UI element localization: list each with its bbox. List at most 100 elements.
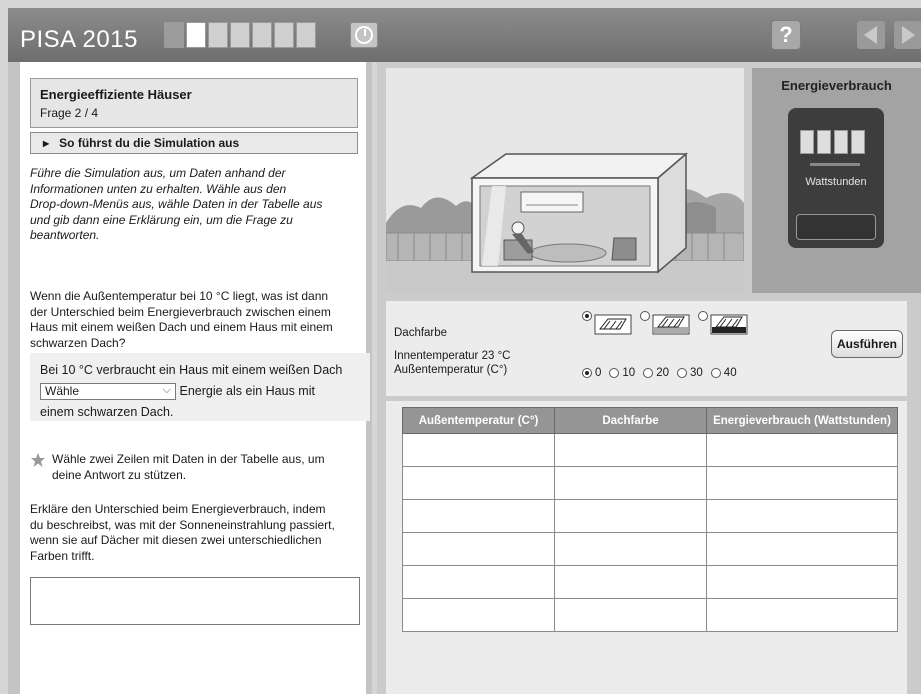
progress-segment <box>296 22 316 48</box>
table-cell <box>402 499 555 533</box>
instructions-line: Informationen unten zu erhalten. Wähle a… <box>30 181 287 196</box>
temp-option-label: 10 <box>622 367 636 379</box>
explain-line: Farben trifft. <box>30 548 95 563</box>
clock-icon <box>355 26 373 44</box>
table-row[interactable] <box>402 598 898 632</box>
temp-option-label: 20 <box>656 367 669 379</box>
progress-segment <box>164 22 184 48</box>
outdoor-temperature-options: 0 10 20 30 40 <box>582 367 737 379</box>
energy-meter: Wattstunden <box>788 108 884 248</box>
instructions-line: beantworten. <box>30 228 100 242</box>
instructions-line: Führe die Simulation aus, um Daten anhan… <box>30 166 286 180</box>
instructions-line: Drop-down-Menüs aus, wähle Daten in der … <box>30 197 323 211</box>
column-header-roof-color: Dachfarbe <box>554 407 707 434</box>
meter-digit <box>851 130 865 154</box>
radio-temp-20[interactable] <box>643 368 654 378</box>
temp-option-0[interactable]: 0 <box>582 367 601 379</box>
question-text: Wenn die Außentemperatur bei 10 °C liegt… <box>30 289 366 351</box>
simulation-panel: Energieverbrauch Wattstunden Dachfarbe I… <box>377 62 921 694</box>
table-cell <box>402 565 555 599</box>
temp-option-label: 40 <box>723 367 737 379</box>
meter-title: Energieverbrauch <box>781 78 892 93</box>
explain-line: wenn sie auf Dächer mit diesen zwei unte… <box>30 533 322 547</box>
simulation-instructions-label: So führst du die Simulation aus <box>59 136 240 150</box>
radio-temp-10[interactable] <box>609 368 620 378</box>
results-table: Außentemperatur (C°) Dachfarbe Energieve… <box>402 407 898 632</box>
temp-option-30[interactable]: 30 <box>677 367 703 379</box>
back-button[interactable] <box>856 20 886 50</box>
progress-segment <box>252 22 272 48</box>
roof-option-gray[interactable] <box>640 311 690 335</box>
gray-roof-icon <box>652 314 690 335</box>
radio-roof-black[interactable] <box>698 311 708 321</box>
radio-roof-gray[interactable] <box>640 311 650 321</box>
answer-line-3: einem schwarzen Dach. <box>40 405 174 419</box>
meter-digit <box>834 130 848 154</box>
simulation-controls: Dachfarbe Innentemperatur 23 °C Außentem… <box>386 301 907 396</box>
meter-digit <box>800 130 814 154</box>
meter-unit-label: Wattstunden <box>805 176 867 188</box>
temp-option-20[interactable]: 20 <box>643 367 669 379</box>
roof-color-label: Dachfarbe <box>394 327 448 339</box>
table-cell <box>402 532 555 566</box>
table-cell <box>402 598 555 632</box>
hint-line: deine Antwort zu stützen. <box>52 467 187 482</box>
help-button[interactable]: ? <box>771 20 801 50</box>
explain-prompt: Erkläre den Unterschied beim Energieverb… <box>30 502 366 564</box>
question-line: Wenn die Außentemperatur bei 10 °C liegt… <box>30 289 329 303</box>
radio-temp-0[interactable] <box>582 368 592 378</box>
progress-segment-current <box>186 22 206 48</box>
table-cell <box>706 565 898 599</box>
table-cell <box>554 565 707 599</box>
answer-after-select: Energie als ein Haus mit <box>179 384 315 398</box>
next-button[interactable] <box>893 20 921 50</box>
arrow-left-icon <box>857 21 885 49</box>
roof-color-options <box>582 311 748 335</box>
timer-button[interactable] <box>350 22 378 48</box>
table-cell <box>706 433 898 467</box>
chevron-down-icon: ⌵ <box>162 384 171 397</box>
table-row[interactable] <box>402 433 898 467</box>
explanation-textarea[interactable] <box>30 577 360 625</box>
meter-digits <box>800 130 865 154</box>
temp-option-40[interactable]: 40 <box>710 367 737 379</box>
question-number: Frage 2 / 4 <box>40 106 99 120</box>
table-cell <box>554 598 707 632</box>
roof-option-white[interactable] <box>582 311 632 335</box>
roof-option-black[interactable] <box>698 311 748 335</box>
table-cell <box>706 499 898 533</box>
table-row[interactable] <box>402 466 898 500</box>
table-row[interactable] <box>402 499 898 533</box>
run-button[interactable]: Ausführen <box>831 330 903 358</box>
radio-roof-white[interactable] <box>582 311 592 321</box>
meter-display <box>796 214 876 240</box>
table-row[interactable] <box>402 532 898 566</box>
answer-sentence: Bei 10 °C verbraucht ein Haus mit einem … <box>30 353 370 421</box>
table-cell <box>554 532 707 566</box>
explain-line: du beschreibst, was mit der Sonneneinstr… <box>30 517 335 532</box>
answer-line-1: Bei 10 °C verbraucht ein Haus mit einem … <box>40 363 343 377</box>
table-cell <box>402 433 555 467</box>
temp-option-10[interactable]: 10 <box>609 367 635 379</box>
table-cell <box>554 499 707 533</box>
radio-temp-40[interactable] <box>710 368 721 378</box>
column-header-energy: Energieverbrauch (Wattstunden) <box>706 407 898 434</box>
arrow-right-icon <box>894 21 921 49</box>
table-cell <box>706 598 898 632</box>
simulation-instructions-toggle[interactable]: ▶ So führst du die Simulation aus <box>30 132 358 154</box>
meter-divider <box>810 163 860 166</box>
house-illustration <box>386 68 744 293</box>
energy-select-dropdown[interactable]: Wähle ⌵ <box>40 383 176 401</box>
radio-temp-30[interactable] <box>677 368 687 378</box>
outdoor-temperature-label: Außentemperatur (C°) <box>394 364 508 376</box>
answer-line-2: Wähle ⌵ Energie als ein Haus mit <box>40 381 360 402</box>
progress-segment <box>274 22 294 48</box>
column-header-outdoor-temp: Außentemperatur (C°) <box>402 407 555 434</box>
question-line: Haus mit einem weißen Dach und einem Hau… <box>30 320 333 334</box>
hint-line: Wähle zwei Zeilen mit Daten in der Tabel… <box>52 452 325 466</box>
temp-option-label: 0 <box>595 367 602 379</box>
energy-meter-panel: Energieverbrauch Wattstunden <box>752 68 921 293</box>
instructions-line: und gib dann eine Erklärung ein, um die … <box>30 212 293 227</box>
table-row[interactable] <box>402 565 898 599</box>
progress-indicator <box>164 22 316 48</box>
